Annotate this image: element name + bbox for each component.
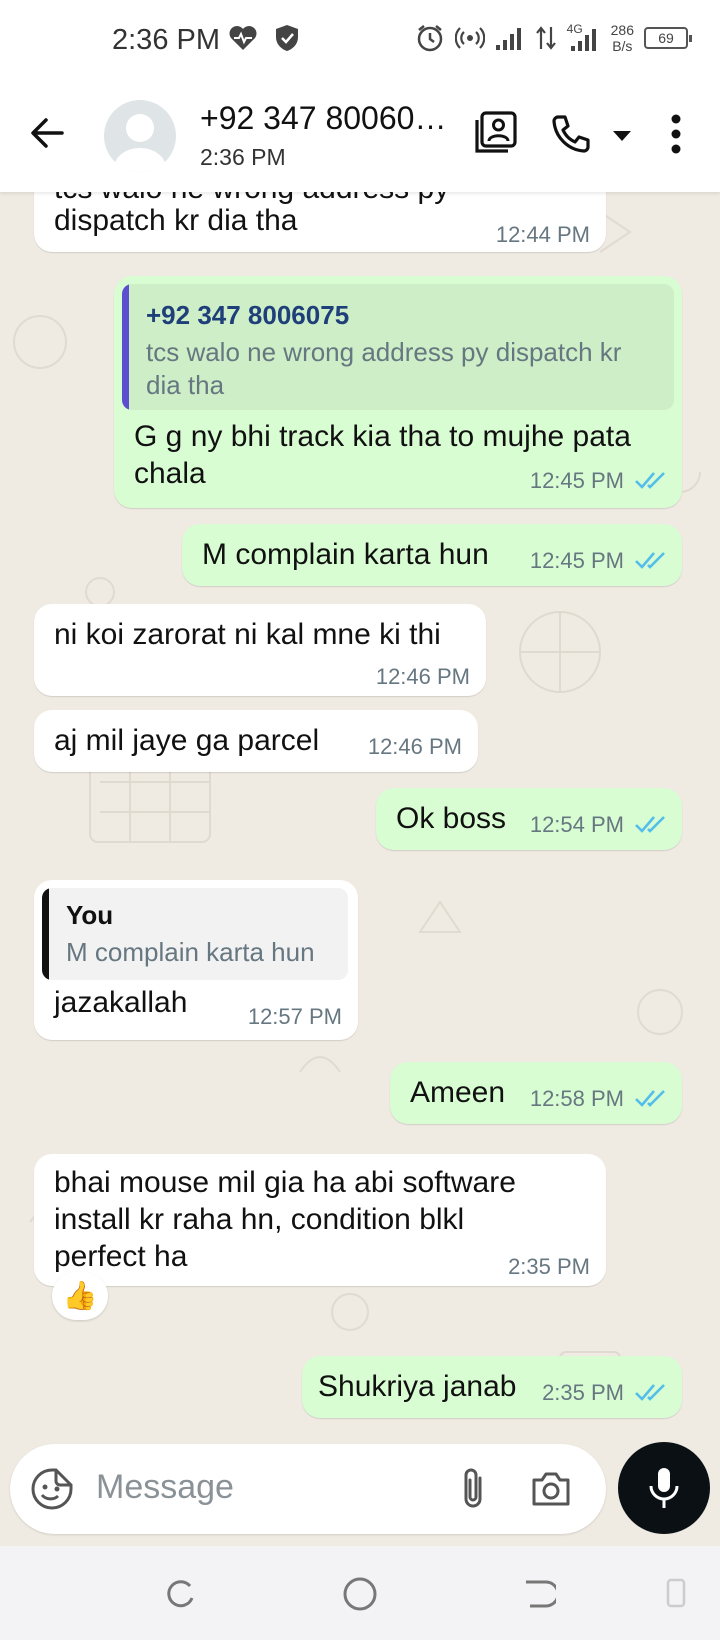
message-time: 12:58 PM bbox=[529, 1086, 624, 1111]
quoted-message[interactable]: You M complain karta hun bbox=[42, 888, 348, 980]
message-time: 12:57 PM bbox=[247, 1004, 342, 1029]
message-incoming[interactable]: ni koi zarorat ni kal mne ki thi 12:46 P… bbox=[34, 604, 486, 696]
quote-text-continued: dia tha bbox=[146, 370, 225, 400]
message-text: jazakallah bbox=[54, 986, 188, 1019]
avatar-placeholder-icon bbox=[114, 114, 166, 172]
message-time: 12:46 PM bbox=[367, 734, 462, 759]
message-text: Shukriya janab bbox=[318, 1370, 517, 1403]
message-reaction[interactable]: 👍 bbox=[52, 1272, 108, 1320]
chat-messages[interactable]: tcs walo ne wrong address py dispatch kr… bbox=[0, 192, 720, 1444]
heart-pulse-icon bbox=[229, 26, 257, 50]
message-text-continued: perfect ha bbox=[54, 1240, 188, 1273]
attach-icon[interactable] bbox=[458, 1466, 488, 1512]
read-ticks-icon bbox=[635, 552, 665, 569]
voice-record-button[interactable] bbox=[618, 1442, 710, 1534]
read-ticks-icon bbox=[635, 816, 665, 833]
message-text: dispatch kr dia tha bbox=[54, 204, 298, 237]
more-vert-icon[interactable] bbox=[670, 114, 682, 154]
quote-author: You bbox=[66, 900, 114, 930]
message-time: 12:46 PM bbox=[375, 664, 470, 689]
emoji-sticker-icon[interactable] bbox=[30, 1467, 74, 1511]
chat-header: +92 347 80060… 2:36 PM bbox=[0, 80, 720, 192]
read-ticks-icon bbox=[635, 1090, 665, 1107]
mic-icon bbox=[649, 1468, 679, 1508]
status-time: 2:36 PM bbox=[112, 24, 220, 56]
message-outgoing[interactable]: +92 347 8006075 tcs walo ne wrong addres… bbox=[114, 276, 682, 508]
quote-bar bbox=[42, 888, 49, 980]
read-ticks-icon bbox=[635, 472, 665, 489]
message-text: aj mil jaye ga parcel bbox=[54, 724, 320, 757]
camera-icon[interactable] bbox=[530, 1470, 572, 1508]
message-text: M complain karta hun bbox=[202, 538, 489, 571]
message-time: 12:45 PM bbox=[529, 468, 624, 493]
signal-icon bbox=[495, 28, 521, 50]
message-outgoing[interactable]: Shukriya janab 2:35 PM bbox=[302, 1356, 682, 1418]
message-incoming[interactable]: You M complain karta hun jazakallah 12:5… bbox=[34, 880, 358, 1040]
contact-card-icon[interactable] bbox=[474, 110, 518, 154]
network-type-signal: 4G bbox=[567, 22, 601, 52]
network-speed: 286 B/s bbox=[610, 22, 634, 54]
battery-indicator: 69 bbox=[644, 27, 692, 49]
message-text-continued: install kr raha hn, condition blkl bbox=[54, 1203, 465, 1236]
quoted-message[interactable]: +92 347 8006075 tcs walo ne wrong addres… bbox=[122, 284, 674, 410]
read-ticks-icon bbox=[635, 1384, 665, 1401]
quote-text: tcs walo ne wrong address py dispatch kr bbox=[146, 337, 622, 367]
message-text: bhai mouse mil gia ha abi software bbox=[54, 1166, 516, 1199]
contact-name[interactable]: +92 347 80060… bbox=[200, 100, 452, 137]
home-icon[interactable] bbox=[342, 1576, 378, 1612]
quote-bar bbox=[122, 284, 129, 410]
data-transfer-icon bbox=[535, 26, 556, 50]
message-outgoing[interactable]: Ameen 12:58 PM bbox=[390, 1062, 682, 1124]
status-bar: 2:36 PM 4G 286 B/s 69 bbox=[0, 0, 720, 80]
message-text-continued: chala bbox=[134, 457, 206, 490]
quote-author: +92 347 8006075 bbox=[146, 300, 350, 330]
message-text: G g ny bhi track kia tha to mujhe pata bbox=[134, 420, 631, 453]
alarm-icon bbox=[417, 25, 442, 52]
message-text: Ok boss bbox=[396, 802, 507, 835]
message-outgoing[interactable]: M complain karta hun 12:45 PM bbox=[182, 524, 682, 586]
message-incoming[interactable]: tcs walo ne wrong address py dispatch kr… bbox=[34, 192, 606, 252]
hotspot-icon bbox=[454, 27, 485, 49]
message-time: 12:45 PM bbox=[529, 548, 624, 573]
system-navigation-bar bbox=[0, 1546, 720, 1640]
message-input[interactable]: Message bbox=[96, 1468, 234, 1507]
dropdown-caret-icon[interactable] bbox=[612, 129, 632, 143]
message-outgoing[interactable]: Ok boss 12:54 PM bbox=[376, 788, 682, 850]
back-arrow-icon[interactable] bbox=[28, 114, 66, 152]
message-time: 2:35 PM bbox=[542, 1380, 624, 1405]
message-time: 2:35 PM bbox=[508, 1254, 590, 1279]
signal-4g-icon bbox=[570, 29, 596, 51]
avatar[interactable] bbox=[104, 100, 176, 172]
message-time: 12:54 PM bbox=[529, 812, 624, 837]
contact-last-seen: 2:36 PM bbox=[200, 144, 286, 170]
keyboard-toggle-icon[interactable] bbox=[664, 1576, 688, 1612]
back-nav-icon[interactable] bbox=[522, 1576, 556, 1610]
quote-text: M complain karta hun bbox=[66, 937, 315, 967]
recents-icon[interactable] bbox=[162, 1576, 196, 1610]
message-text: Ameen bbox=[410, 1076, 506, 1109]
message-composer[interactable]: Message bbox=[10, 1444, 606, 1534]
shield-icon bbox=[276, 25, 298, 51]
message-time: 12:44 PM bbox=[495, 222, 590, 247]
message-incoming[interactable]: bhai mouse mil gia ha abi software insta… bbox=[34, 1154, 606, 1286]
phone-icon[interactable] bbox=[550, 113, 592, 155]
message-text: ni koi zarorat ni kal mne ki thi bbox=[54, 618, 441, 651]
message-incoming[interactable]: aj mil jaye ga parcel 12:46 PM bbox=[34, 710, 478, 772]
